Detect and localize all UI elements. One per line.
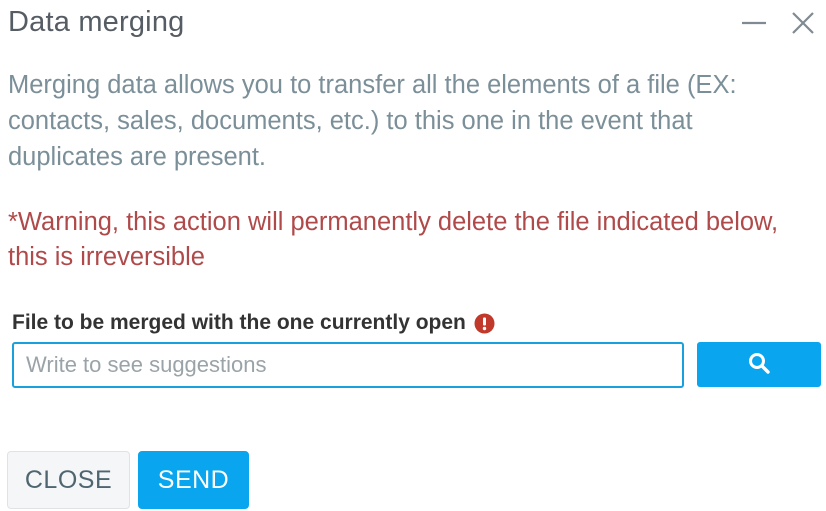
close-icon [788, 8, 818, 38]
dialog-title: Data merging [8, 6, 185, 38]
dialog-description: Merging data allows you to transfer all … [8, 71, 737, 171]
close-button[interactable]: CLOSE [7, 451, 130, 509]
close-window-button[interactable] [788, 8, 818, 38]
data-merging-dialog: Data merging Merging data allows you to … [0, 0, 826, 511]
search-icon [747, 351, 771, 378]
file-field-label-row: File to be merged with the one currently… [12, 311, 495, 335]
exclamation-circle-icon [474, 313, 495, 334]
minimize-icon [739, 8, 769, 38]
warning-message: *Warning, this action will permanently d… [8, 208, 779, 271]
file-field-label: File to be merged with the one currently… [12, 311, 466, 334]
search-button[interactable] [697, 342, 821, 387]
minimize-button[interactable] [739, 8, 769, 38]
send-button[interactable]: SEND [138, 451, 249, 509]
file-search-input[interactable] [12, 342, 684, 388]
